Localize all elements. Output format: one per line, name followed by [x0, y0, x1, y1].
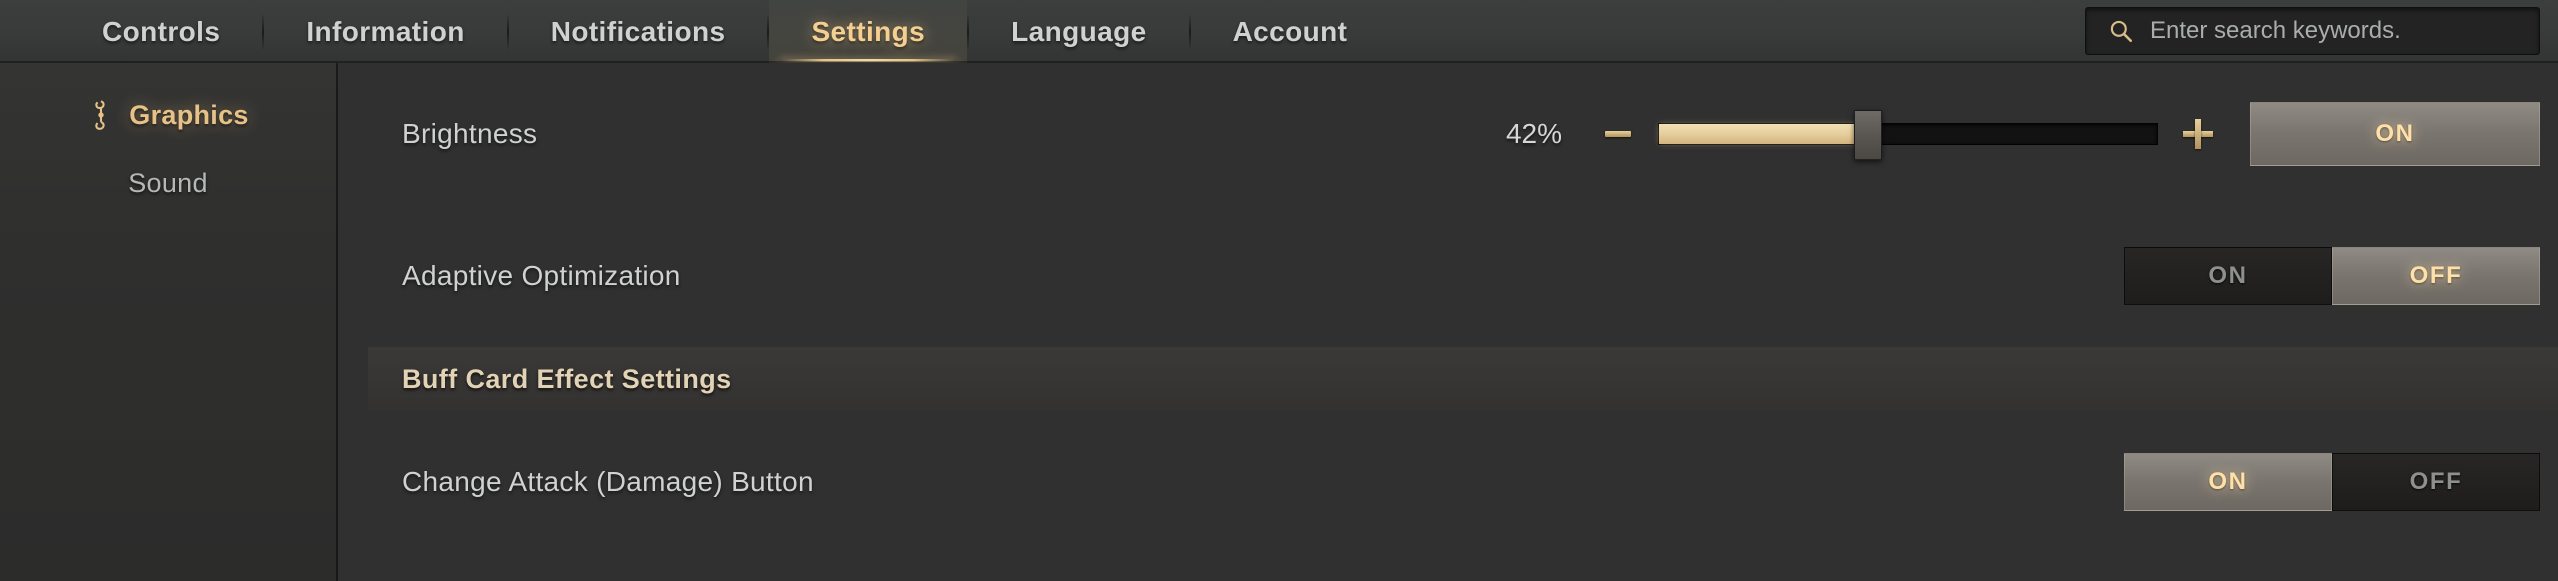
sidebar: Graphics Sound [0, 63, 338, 581]
section-header-buff-card-effect: Buff Card Effect Settings [368, 347, 2558, 411]
setting-row-change-attack-damage-button: Change Attack (Damage) Button ON OFF [338, 411, 2558, 553]
brightness-on-label: ON [2375, 120, 2415, 147]
tab-notifications-label: Notifications [550, 15, 726, 47]
change-attack-off-label: OFF [2409, 468, 2463, 495]
setting-row-adaptive-optimization: Adaptive Optimization ON OFF [338, 205, 2558, 347]
setting-label-brightness: Brightness [402, 118, 538, 149]
sidebar-item-graphics-label: Graphics [129, 99, 249, 130]
minus-icon [1605, 131, 1631, 137]
change-attack-on-label: ON [2208, 468, 2248, 495]
sidebar-item-sound[interactable]: Sound [0, 149, 336, 217]
tab-information-label: Information [306, 15, 465, 47]
change-attack-toggle: ON OFF [2124, 453, 2540, 511]
section-header-label: Buff Card Effect Settings [402, 363, 732, 394]
search-icon [2110, 20, 2133, 43]
brightness-slider-group: 42% [1476, 110, 2214, 160]
tab-account-label: Account [1232, 15, 1348, 47]
tab-notifications[interactable]: Notifications [509, 0, 768, 63]
tab-information[interactable]: Information [264, 0, 506, 63]
change-attack-on-button[interactable]: ON [2124, 453, 2332, 511]
tab-language[interactable]: Language [969, 0, 1188, 63]
tab-controls-label: Controls [102, 15, 221, 47]
tab-controls[interactable]: Controls [60, 0, 262, 63]
change-attack-off-button[interactable]: OFF [2332, 453, 2540, 511]
setting-label-change-attack-damage-button: Change Attack (Damage) Button [402, 466, 814, 497]
sidebar-item-sound-label: Sound [128, 167, 208, 198]
tab-settings-label: Settings [811, 15, 926, 47]
adaptive-optimization-controls: ON OFF [2124, 247, 2540, 305]
brightness-increase-button[interactable] [2182, 118, 2214, 150]
tab-account[interactable]: Account [1191, 0, 1390, 63]
brightness-value: 42% [1505, 118, 1562, 149]
brightness-slider-track[interactable] [1658, 110, 2158, 160]
tab-list: Controls Information Notifications Setti… [60, 0, 1389, 63]
plus-icon [2183, 119, 2213, 149]
brightness-slider-fill [1659, 124, 1869, 144]
adaptive-optimization-on-button[interactable]: ON [2124, 247, 2332, 305]
brightness-slider-thumb[interactable] [1854, 110, 1883, 160]
body-area: Graphics Sound Brightness 42% ON Adaptiv… [0, 63, 2558, 581]
adaptive-optimization-off-button[interactable]: OFF [2332, 247, 2540, 305]
brightness-on-button[interactable]: ON [2250, 102, 2540, 166]
tab-language-label: Language [1011, 15, 1147, 47]
search-box[interactable] [2085, 7, 2540, 55]
sidebar-item-graphics[interactable]: Graphics [0, 81, 336, 149]
brightness-decrease-button[interactable] [1602, 118, 1634, 150]
tab-settings[interactable]: Settings [769, 0, 968, 63]
setting-row-brightness: Brightness 42% ON [338, 63, 2558, 205]
settings-screen: Controls Information Notifications Setti… [0, 0, 2558, 581]
change-attack-controls: ON OFF [2124, 453, 2540, 511]
adaptive-optimization-on-label: ON [2208, 262, 2248, 289]
adaptive-optimization-off-label: OFF [2409, 262, 2463, 289]
setting-label-adaptive-optimization: Adaptive Optimization [402, 260, 681, 291]
top-navigation-bar: Controls Information Notifications Setti… [0, 0, 2558, 63]
adaptive-optimization-toggle: ON OFF [2124, 247, 2540, 305]
settings-content: Brightness 42% ON Adaptive Optimization … [338, 63, 2558, 581]
ornament-icon [95, 100, 105, 130]
brightness-controls: 42% ON [1476, 102, 2540, 166]
search-input[interactable] [2150, 17, 2539, 45]
